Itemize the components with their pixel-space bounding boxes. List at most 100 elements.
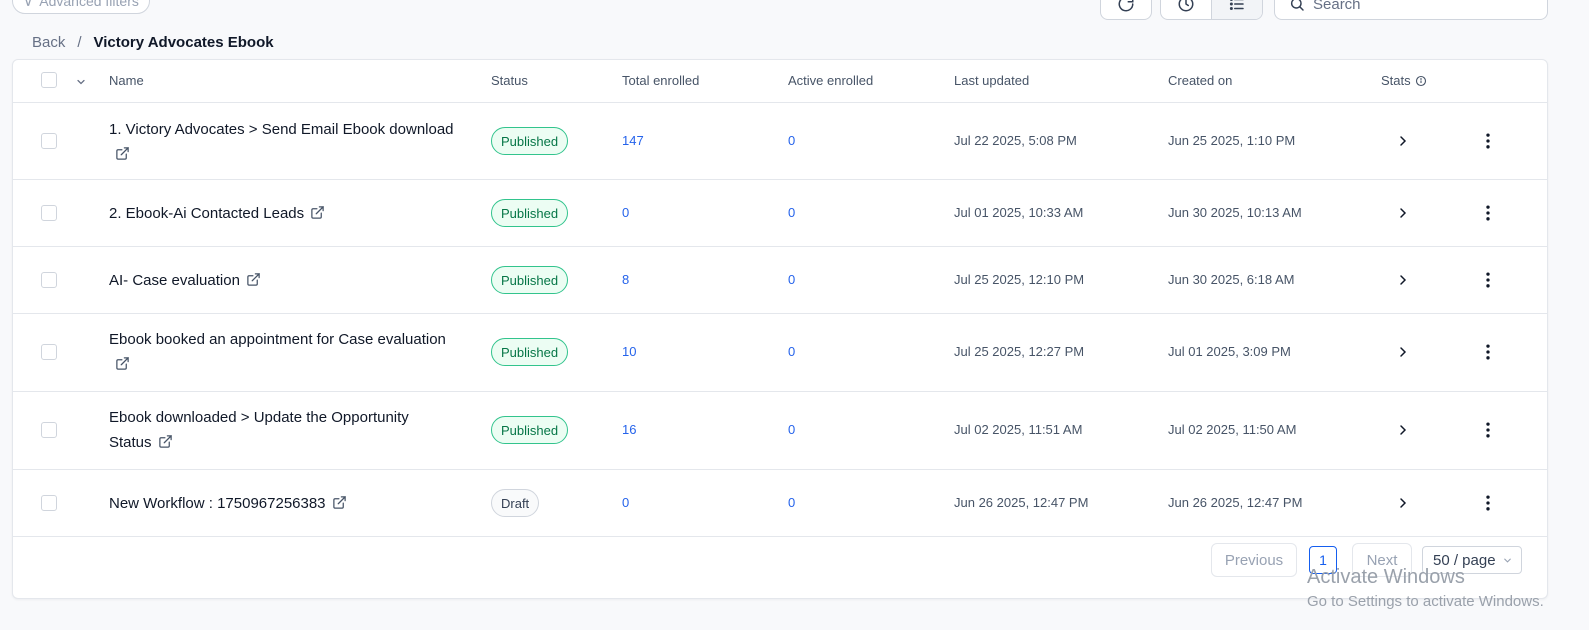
workflow-name-text: Ebook downloaded > Update the Opportunit…	[109, 409, 409, 451]
chevron-right-icon[interactable]	[1395, 344, 1411, 360]
active-enrolled-link[interactable]: 0	[788, 205, 795, 220]
workflow-name[interactable]: Ebook booked an appointment for Case eva…	[109, 327, 459, 379]
chevron-right-icon[interactable]	[1395, 205, 1411, 221]
total-enrolled-link[interactable]: 0	[622, 495, 629, 510]
status-badge: Published	[491, 266, 569, 294]
header-status[interactable]: Status	[491, 73, 528, 88]
workflow-name-text: 2. Ebook-Ai Contacted Leads	[109, 205, 305, 222]
active-enrolled-link[interactable]: 0	[788, 495, 795, 510]
status-badge: Published	[491, 199, 569, 227]
external-link-icon[interactable]	[158, 432, 173, 457]
workflow-name[interactable]: AI- Case evaluation	[109, 268, 459, 295]
watermark-subtitle: Go to Settings to activate Windows.	[1307, 593, 1544, 610]
active-enrolled-link[interactable]: 0	[788, 344, 795, 359]
active-enrolled-link[interactable]: 0	[788, 272, 795, 287]
external-link-icon[interactable]	[332, 493, 347, 518]
watermark-title: Activate Windows	[1307, 566, 1465, 588]
last-updated: Jul 02 2025, 11:51 AM	[954, 422, 1083, 437]
status-badge: Draft	[491, 489, 540, 517]
list-view-button[interactable]	[1211, 0, 1262, 19]
created-on: Jun 30 2025, 6:18 AM	[1168, 272, 1295, 287]
more-vertical-icon[interactable]	[1478, 131, 1498, 151]
external-link-icon[interactable]	[115, 144, 130, 169]
search-box	[1274, 0, 1548, 20]
row-checkbox[interactable]	[41, 205, 57, 221]
chevron-right-icon[interactable]	[1395, 133, 1411, 149]
status-badge: Published	[491, 338, 569, 366]
created-on: Jul 02 2025, 11:50 AM	[1168, 422, 1297, 437]
header-stats-label: Stats	[1381, 73, 1411, 88]
workflow-name-text: AI- Case evaluation	[109, 272, 240, 289]
active-enrolled-link[interactable]: 0	[788, 133, 795, 148]
chevron-down-icon[interactable]	[75, 76, 87, 88]
filter-icon: ⊽	[23, 0, 34, 9]
more-vertical-icon[interactable]	[1478, 342, 1498, 362]
last-updated: Jul 25 2025, 12:10 PM	[954, 272, 1085, 287]
workflow-name[interactable]: 2. Ebook-Ai Contacted Leads	[109, 201, 459, 228]
row-checkbox[interactable]	[41, 422, 57, 438]
total-enrolled-link[interactable]: 8	[622, 272, 629, 287]
active-enrolled-link[interactable]: 0	[788, 422, 795, 437]
external-link-icon[interactable]	[246, 270, 261, 295]
chevron-right-icon[interactable]	[1395, 272, 1411, 288]
external-link-icon[interactable]	[310, 203, 325, 228]
workflow-name[interactable]: Ebook downloaded > Update the Opportunit…	[109, 405, 429, 457]
header-last-updated[interactable]: Last updated	[954, 73, 1029, 88]
list-icon	[1229, 0, 1244, 10]
workflow-name[interactable]: New Workflow : 1750967256383	[109, 491, 459, 518]
more-vertical-icon[interactable]	[1478, 493, 1498, 513]
created-on: Jun 26 2025, 12:47 PM	[1168, 495, 1303, 510]
table-row[interactable]: 1. Victory Advocates > Send Email Ebook …	[13, 103, 1547, 180]
advanced-filters-button[interactable]: ⊽ Advanced filters	[12, 0, 150, 14]
clock-icon	[1178, 0, 1194, 12]
history-view-button[interactable]	[1161, 0, 1211, 19]
row-checkbox[interactable]	[41, 344, 57, 360]
status-badge: Published	[491, 416, 569, 444]
total-enrolled-link[interactable]: 10	[622, 344, 636, 359]
workflows-table: Name Status Total enrolled Active enroll…	[12, 59, 1548, 599]
workflow-name-text: New Workflow : 1750967256383	[109, 495, 326, 512]
header-name[interactable]: Name	[109, 73, 144, 88]
external-link-icon[interactable]	[115, 354, 130, 379]
previous-page-button[interactable]: Previous	[1211, 543, 1297, 577]
more-vertical-icon[interactable]	[1478, 420, 1498, 440]
refresh-icon	[1118, 0, 1134, 12]
table-row[interactable]: AI- Case evaluation Published 8 0 Jul 25…	[13, 247, 1547, 314]
table-row[interactable]: 2. Ebook-Ai Contacted Leads Published 0 …	[13, 180, 1547, 247]
last-updated: Jul 22 2025, 5:08 PM	[954, 133, 1077, 148]
table-row[interactable]: New Workflow : 1750967256383 Draft 0 0 J…	[13, 470, 1547, 537]
info-icon	[1415, 75, 1426, 86]
header-created-on[interactable]: Created on	[1168, 73, 1232, 88]
last-updated: Jul 25 2025, 12:27 PM	[954, 344, 1085, 359]
table-row[interactable]: Ebook booked an appointment for Case eva…	[13, 314, 1547, 392]
advanced-filters-label: Advanced filters	[39, 0, 139, 9]
chevron-right-icon[interactable]	[1395, 422, 1411, 438]
header-total-enrolled[interactable]: Total enrolled	[622, 73, 699, 88]
header-active-enrolled[interactable]: Active enrolled	[788, 73, 873, 88]
created-on: Jul 01 2025, 3:09 PM	[1168, 344, 1291, 359]
more-vertical-icon[interactable]	[1478, 270, 1498, 290]
chevron-down-icon	[1503, 558, 1511, 563]
back-link[interactable]: Back	[32, 34, 65, 51]
search-input[interactable]	[1313, 0, 1533, 13]
more-vertical-icon[interactable]	[1478, 203, 1498, 223]
workflow-name-text: Ebook booked an appointment for Case eva…	[109, 331, 446, 348]
row-checkbox[interactable]	[41, 133, 57, 149]
row-checkbox[interactable]	[41, 272, 57, 288]
last-updated: Jun 26 2025, 12:47 PM	[954, 495, 1089, 510]
table-row[interactable]: Ebook downloaded > Update the Opportunit…	[13, 392, 1547, 470]
created-on: Jun 25 2025, 1:10 PM	[1168, 133, 1296, 148]
status-badge: Published	[491, 127, 569, 155]
total-enrolled-link[interactable]: 16	[622, 422, 636, 437]
breadcrumb: Back / Victory Advocates Ebook	[32, 34, 274, 51]
row-checkbox[interactable]	[41, 495, 57, 511]
refresh-button[interactable]	[1100, 0, 1152, 20]
total-enrolled-link[interactable]: 147	[622, 133, 644, 148]
header-stats[interactable]: Stats	[1381, 73, 1427, 88]
select-all-checkbox[interactable]	[41, 72, 57, 88]
page-title: Victory Advocates Ebook	[93, 34, 274, 51]
chevron-right-icon[interactable]	[1395, 495, 1411, 511]
breadcrumb-separator: /	[77, 34, 82, 51]
total-enrolled-link[interactable]: 0	[622, 205, 629, 220]
workflow-name[interactable]: 1. Victory Advocates > Send Email Ebook …	[109, 117, 459, 169]
